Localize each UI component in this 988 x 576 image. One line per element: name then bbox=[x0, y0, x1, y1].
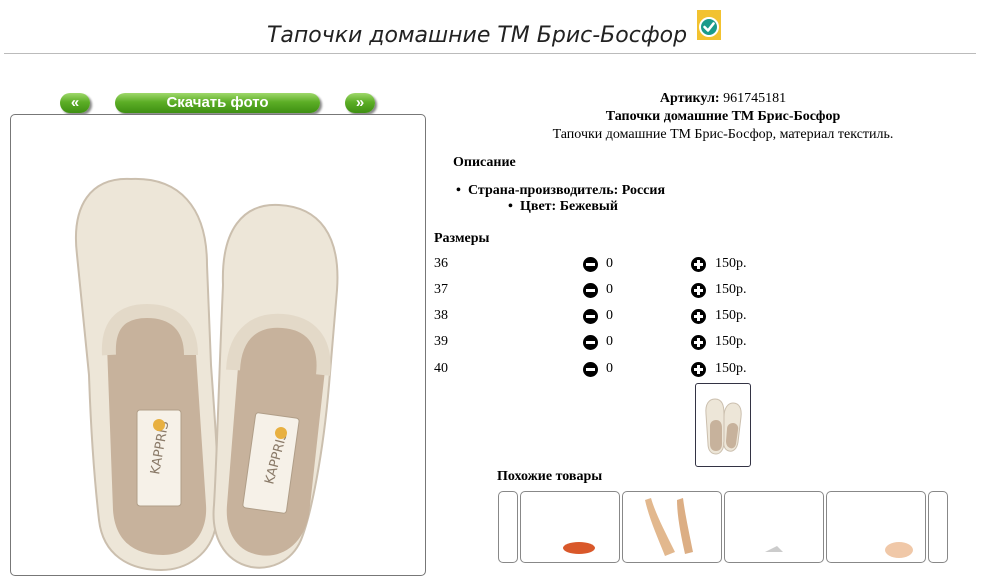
size-value: 39 bbox=[434, 334, 448, 349]
size-quantity: 0 bbox=[606, 334, 613, 349]
size-price: 150р. bbox=[715, 334, 747, 349]
minus-icon[interactable] bbox=[583, 362, 598, 377]
plus-icon[interactable] bbox=[691, 335, 706, 350]
size-price: 150р. bbox=[715, 361, 747, 376]
product-photo: KAPPRIS KAPPRIS bbox=[10, 114, 426, 576]
plus-icon[interactable] bbox=[691, 257, 706, 272]
sizes-title: Размеры bbox=[434, 231, 490, 246]
page-title: Тапочки домашние ТМ Брис-Босфор bbox=[266, 23, 688, 48]
product-short-desc: Тапочки домашние ТМ Брис-Босфор, материа… bbox=[552, 127, 894, 142]
size-price: 150р. bbox=[715, 308, 747, 323]
download-photo-button[interactable]: Скачать фото bbox=[115, 93, 320, 113]
article-label: Артикул: bbox=[659, 91, 720, 106]
size-price: 150р. bbox=[715, 282, 747, 297]
size-value: 40 bbox=[434, 361, 448, 376]
size-row: 37 0 150р. bbox=[434, 282, 774, 302]
size-row: 39 0 150р. bbox=[434, 334, 774, 354]
plus-icon[interactable] bbox=[691, 362, 706, 377]
verified-badge-icon bbox=[697, 10, 722, 45]
description-title: Описание bbox=[453, 155, 516, 170]
similar-product-image bbox=[563, 542, 595, 554]
size-value: 36 bbox=[434, 256, 448, 271]
product-info: Артикул: 961745181 Тапочки домашние ТМ Б… bbox=[432, 90, 988, 144]
description-item: Страна-производитель: Россия bbox=[456, 183, 665, 199]
minus-icon[interactable] bbox=[583, 335, 598, 350]
similar-product-image bbox=[765, 546, 783, 552]
product-thumbnail[interactable] bbox=[695, 383, 751, 467]
size-price: 150р. bbox=[715, 256, 747, 271]
product-name: Тапочки домашние ТМ Брис-Босфор bbox=[605, 109, 841, 124]
size-value: 37 bbox=[434, 282, 448, 297]
article-value: 961745181 bbox=[723, 91, 787, 106]
size-row: 38 0 150р. bbox=[434, 308, 774, 328]
minus-icon[interactable] bbox=[583, 283, 598, 298]
similar-product-card[interactable] bbox=[520, 491, 620, 563]
prev-photo-button[interactable]: « bbox=[60, 93, 90, 113]
plus-icon[interactable] bbox=[691, 309, 706, 324]
similar-product-card[interactable] bbox=[826, 491, 926, 563]
similar-product-card[interactable] bbox=[724, 491, 824, 563]
size-quantity: 0 bbox=[606, 256, 613, 271]
similar-products-title: Похожие товары bbox=[497, 469, 603, 484]
size-row: 36 0 150р. bbox=[434, 256, 774, 276]
description-list: Страна-производитель: Россия bbox=[456, 183, 665, 199]
similar-product-image bbox=[645, 498, 693, 556]
thumbnail-slippers-image bbox=[705, 398, 742, 455]
header-divider bbox=[4, 53, 976, 54]
description-list-2: Цвет: Бежевый bbox=[508, 199, 618, 215]
size-row: 40 0 150р. bbox=[434, 361, 774, 381]
description-item: Цвет: Бежевый bbox=[508, 199, 618, 215]
similar-product-card[interactable] bbox=[928, 491, 948, 563]
size-quantity: 0 bbox=[606, 308, 613, 323]
page-header: Тапочки домашние ТМ Брис-Босфор bbox=[0, 10, 988, 53]
slippers-image: KAPPRIS KAPPRIS bbox=[75, 177, 339, 572]
next-photo-button[interactable]: » bbox=[345, 93, 375, 113]
similar-product-card[interactable] bbox=[498, 491, 518, 563]
plus-icon[interactable] bbox=[691, 283, 706, 298]
article-line: Артикул: 961745181 bbox=[432, 90, 988, 108]
minus-icon[interactable] bbox=[583, 309, 598, 324]
size-quantity: 0 bbox=[606, 361, 613, 376]
similar-product-card[interactable] bbox=[622, 491, 722, 563]
similar-product-image bbox=[885, 542, 913, 558]
size-value: 38 bbox=[434, 308, 448, 323]
minus-icon[interactable] bbox=[583, 257, 598, 272]
size-quantity: 0 bbox=[606, 282, 613, 297]
